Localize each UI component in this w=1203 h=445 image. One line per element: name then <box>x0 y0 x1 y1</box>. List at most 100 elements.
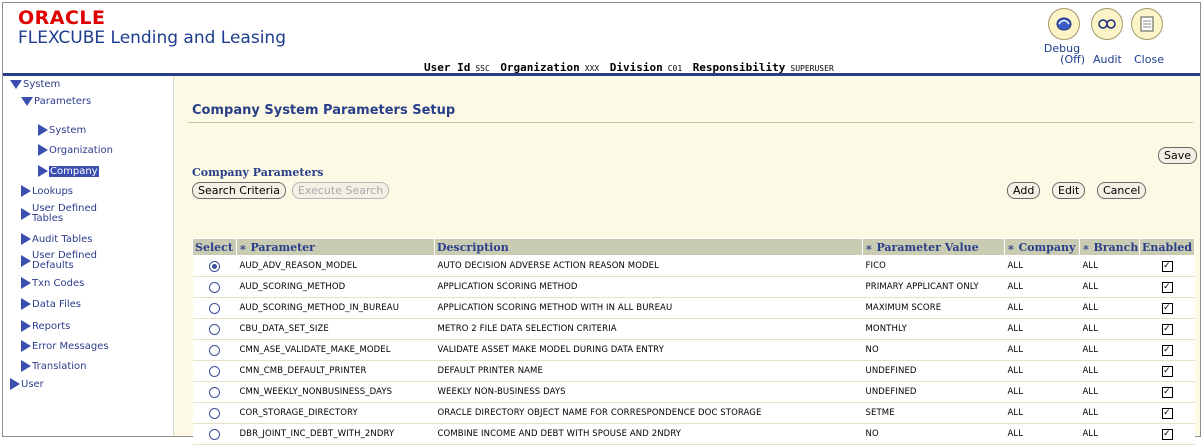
select-radio <box>192 381 237 403</box>
select-radio[interactable] <box>209 323 220 335</box>
tree-param-organization[interactable]: Organization <box>38 144 113 156</box>
oracle-logo: ORACLE <box>18 7 106 29</box>
cancel-button[interactable]: Cancel <box>1097 182 1147 199</box>
select-radio[interactable] <box>209 386 220 398</box>
cell-parameter: AUD_ADV_REASON_MODEL <box>236 255 435 277</box>
table-row[interactable]: CMN_WEEKLY_NONBUSINESS_DAYS WEEKLY NON-BU… <box>192 381 1195 403</box>
cell-description: COMBINE INCOME AND DEBT WITH SPOUSE AND … <box>434 423 863 445</box>
close-button[interactable]: Close <box>1134 54 1164 65</box>
collapsed-icon <box>21 277 31 289</box>
cell-branch: ALL <box>1079 381 1140 403</box>
select-radio[interactable] <box>209 281 220 293</box>
col-parameter[interactable]: ∗ Parameter <box>236 238 435 256</box>
cell-branch: ALL <box>1079 402 1140 424</box>
select-radio[interactable] <box>209 407 220 419</box>
cell-parameter: CMN_WEEKLY_NONBUSINESS_DAYS <box>236 381 435 403</box>
cell-branch: ALL <box>1079 339 1140 361</box>
cell-company: ALL <box>1004 360 1080 382</box>
debug-button[interactable]: Debug (Off) <box>1039 43 1085 65</box>
tree-user-defined-tables[interactable]: User Defined Tables <box>21 204 102 224</box>
table-row[interactable]: CMN_CMB_DEFAULT_PRINTER DEFAULT PRINTER N… <box>192 360 1195 382</box>
enabled-checkbox[interactable]: ✓ <box>1161 386 1173 398</box>
cell-parameter: AUD_SCORING_METHOD_IN_BUREAU <box>236 297 435 319</box>
select-radio <box>192 255 237 277</box>
tree-data-files[interactable]: Data Files <box>21 298 81 310</box>
tree-reports[interactable]: Reports <box>21 320 70 332</box>
collapsed-icon <box>21 360 31 372</box>
select-radio[interactable] <box>209 428 220 440</box>
execute-search-button[interactable]: Execute Search <box>292 182 390 199</box>
col-company[interactable]: ∗ Company <box>1004 238 1080 256</box>
select-radio <box>192 276 237 298</box>
tree-system[interactable]: System <box>10 79 60 90</box>
enabled-checkbox[interactable]: ✓ <box>1161 260 1173 272</box>
select-radio <box>192 297 237 319</box>
cell-description: ORACLE DIRECTORY OBJECT NAME FOR CORRESP… <box>434 402 863 424</box>
audit-button[interactable]: Audit <box>1093 54 1122 65</box>
select-radio <box>192 402 237 424</box>
cell-branch: ALL <box>1079 318 1140 340</box>
collapsed-icon <box>38 165 48 177</box>
collapsed-icon <box>21 298 31 310</box>
tree-user[interactable]: User <box>10 378 44 390</box>
select-radio[interactable] <box>209 344 220 356</box>
close-icon[interactable] <box>1131 8 1163 40</box>
cell-company: ALL <box>1004 276 1080 298</box>
select-radio[interactable] <box>209 365 220 377</box>
tree-translation[interactable]: Translation <box>21 360 87 372</box>
tree-param-company[interactable]: Company <box>38 165 99 177</box>
save-button[interactable]: Save <box>1158 147 1198 164</box>
tree-audit-tables[interactable]: Audit Tables <box>21 233 92 245</box>
cell-branch: ALL <box>1079 360 1140 382</box>
tree-txn-codes[interactable]: Txn Codes <box>21 277 84 289</box>
table-row[interactable]: CMN_ASE_VALIDATE_MAKE_MODEL VALIDATE ASSE… <box>192 339 1195 361</box>
organization-value: XXX <box>584 64 600 73</box>
edit-button[interactable]: Edit <box>1052 182 1086 199</box>
audit-icon[interactable] <box>1091 8 1123 40</box>
search-criteria-button[interactable]: Search Criteria <box>192 182 286 199</box>
title-divider <box>188 122 1193 123</box>
col-parameter-value[interactable]: ∗ Parameter Value <box>862 238 1005 256</box>
select-radio[interactable] <box>209 260 220 272</box>
tree-param-system[interactable]: System <box>38 124 86 136</box>
cell-parameter: COR_STORAGE_DIRECTORY <box>236 402 435 424</box>
enabled-checkbox[interactable]: ✓ <box>1161 281 1173 293</box>
enabled-checkbox[interactable]: ✓ <box>1161 344 1173 356</box>
col-enabled[interactable]: Enabled <box>1139 238 1195 256</box>
tree-parameters[interactable]: Parameters <box>21 96 91 107</box>
expanded-icon <box>10 80 22 89</box>
cell-parameter-value: UNDEFINED <box>862 381 1005 403</box>
select-radio <box>192 318 237 340</box>
table-row[interactable]: DBR_JOINT_INC_DEBT_WITH_2NDRY COMBINE INC… <box>192 423 1195 445</box>
table-row[interactable]: AUD_SCORING_METHOD_IN_BUREAU APPLICATION … <box>192 297 1195 319</box>
enabled-checkbox[interactable]: ✓ <box>1161 428 1173 440</box>
tree-error-messages[interactable]: Error Messages <box>21 340 109 352</box>
cell-description: AUTO DECISION ADVERSE ACTION REASON MODE… <box>434 255 863 277</box>
table-row[interactable]: COR_STORAGE_DIRECTORY ORACLE DIRECTORY OB… <box>192 402 1195 424</box>
cell-description: DEFAULT PRINTER NAME <box>434 360 863 382</box>
tree-user-defined-defaults[interactable]: User Defined Defaults <box>21 251 102 271</box>
table-row[interactable]: AUD_ADV_REASON_MODEL AUTO DECISION ADVERS… <box>192 255 1195 277</box>
col-branch[interactable]: ∗ Branch <box>1079 238 1140 256</box>
table-row[interactable]: AUD_SCORING_METHOD APPLICATION SCORING ME… <box>192 276 1195 298</box>
cell-parameter: DBR_JOINT_INC_DEBT_WITH_2NDRY <box>236 423 435 445</box>
cell-parameter: CMN_CMB_DEFAULT_PRINTER <box>236 360 435 382</box>
debug-icon[interactable] <box>1048 8 1080 40</box>
cell-description: METRO 2 FILE DATA SELECTION CRITERIA <box>434 318 863 340</box>
tree-lookups[interactable]: Lookups <box>21 185 73 197</box>
cell-branch: ALL <box>1079 255 1140 277</box>
add-button[interactable]: Add <box>1007 182 1041 199</box>
product-name: FLEXCUBE Lending and Leasing <box>18 28 286 48</box>
table-row[interactable]: CBU_DATA_SET_SIZE METRO 2 FILE DATA SELEC… <box>192 318 1195 340</box>
col-description[interactable]: Description <box>434 238 863 256</box>
select-radio <box>192 360 237 382</box>
enabled-checkbox[interactable]: ✓ <box>1161 302 1173 314</box>
cell-enabled: ✓ <box>1139 339 1195 361</box>
cell-enabled: ✓ <box>1139 423 1195 445</box>
enabled-checkbox[interactable]: ✓ <box>1161 407 1173 419</box>
select-radio[interactable] <box>209 302 220 314</box>
enabled-checkbox[interactable]: ✓ <box>1161 323 1173 335</box>
page-title: Company System Parameters Setup <box>192 103 456 118</box>
enabled-checkbox[interactable]: ✓ <box>1161 365 1173 377</box>
cell-parameter: AUD_SCORING_METHOD <box>236 276 435 298</box>
